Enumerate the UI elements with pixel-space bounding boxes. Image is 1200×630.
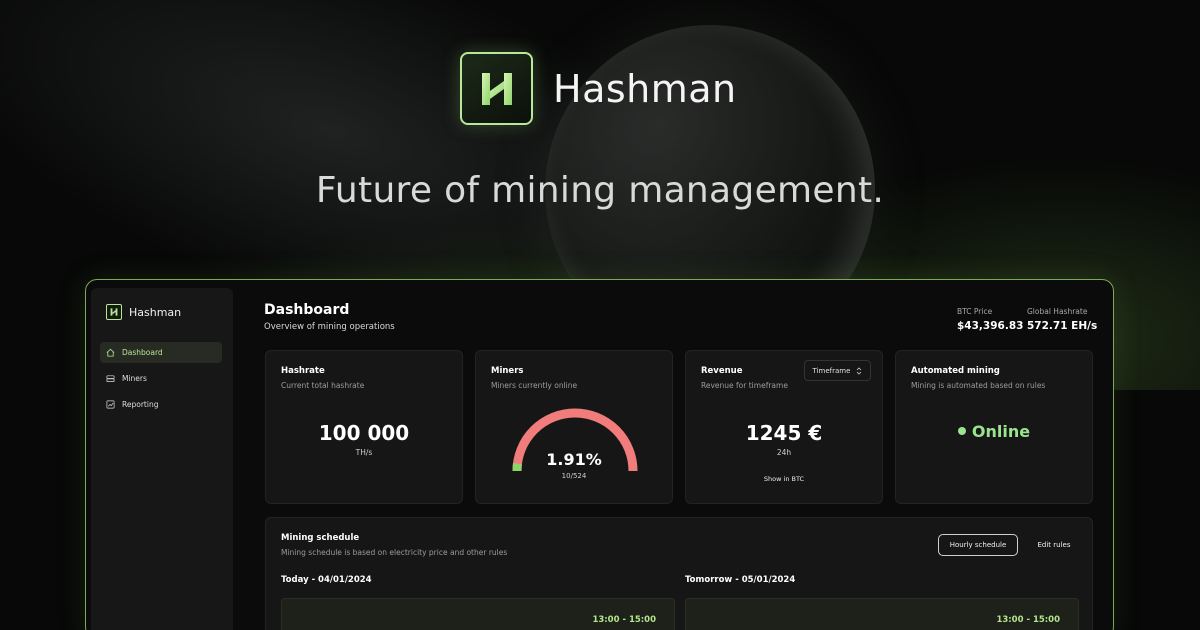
sidebar-brand[interactable]: Hashman — [106, 304, 181, 320]
today-schedule-slot[interactable]: 13:00 - 15:00 — [281, 598, 675, 630]
card-subtitle: Mining is automated based on rules — [911, 381, 1046, 390]
revenue-period: 24h — [776, 448, 792, 457]
card-title: Miners — [491, 366, 524, 376]
btc-price-label: BTC Price — [957, 307, 993, 316]
card-subtitle: Current total hashrate — [281, 381, 365, 390]
automated-status-label: Online — [971, 422, 1031, 441]
sidebar-item-dashboard[interactable]: Dashboard — [100, 342, 222, 363]
status-dot-icon — [957, 426, 966, 435]
timeframe-select[interactable]: Timeframe — [804, 360, 871, 381]
page-title: Dashboard — [264, 302, 350, 318]
card-title: Hashrate — [281, 366, 325, 376]
tomorrow-schedule-slot[interactable]: 13:00 - 15:00 — [685, 598, 1079, 630]
sidebar: Hashman Dashboard Miners Reporting — [91, 288, 233, 630]
hero-brand-name: Hashman — [553, 66, 737, 111]
btc-price-stat: BTC Price $43,396.83 — [957, 307, 1023, 332]
home-icon — [106, 348, 115, 357]
hero-tagline: Future of mining management. — [315, 170, 885, 211]
server-icon — [106, 375, 115, 383]
hashrate-value: 100 000 — [318, 421, 410, 445]
automated-mining-card: Automated mining Mining is automated bas… — [895, 350, 1093, 504]
global-hashrate-stat: Global Hashrate 572.71 EH/s — [1027, 307, 1097, 332]
schedule-title: Mining schedule — [281, 533, 360, 543]
hourly-schedule-button[interactable]: Hourly schedule — [938, 534, 1018, 556]
chevron-up-down-icon — [857, 366, 862, 375]
miners-percent: 1.91% — [546, 450, 602, 469]
mining-schedule-panel: Mining schedule Mining schedule is based… — [265, 517, 1093, 630]
revenue-value: 1245 € — [745, 421, 823, 445]
slot-time: 13:00 - 15:00 — [592, 615, 656, 625]
sidebar-nav: Dashboard Miners Reporting — [100, 342, 222, 420]
card-title: Revenue — [701, 366, 743, 376]
card-subtitle: Miners currently online — [491, 381, 578, 390]
card-subtitle: Revenue for timeframe — [701, 381, 788, 390]
btc-price-value: $43,396.83 — [957, 320, 1024, 332]
app-window: Hashman Dashboard Miners Reporting Dashb… — [85, 279, 1114, 630]
page-subtitle: Overview of mining operations — [264, 322, 395, 332]
revenue-card: Revenue Revenue for timeframe Timeframe … — [685, 350, 883, 504]
sidebar-item-miners[interactable]: Miners — [100, 368, 222, 389]
card-title: Automated mining — [911, 366, 1000, 376]
miners-card: Miners Miners currently online 1.91% 10/… — [475, 350, 673, 504]
today-label: Today - 04/01/2024 — [281, 575, 372, 585]
timeframe-label: Timeframe — [812, 366, 851, 375]
sidebar-item-reporting[interactable]: Reporting — [100, 394, 222, 415]
sidebar-item-label: Dashboard — [122, 348, 163, 357]
hero-logo: Hashman — [460, 52, 737, 125]
edit-rules-button[interactable]: Edit rules — [1032, 534, 1076, 556]
main-content: Dashboard Overview of mining operations … — [250, 280, 1110, 630]
global-hashrate-label: Global Hashrate — [1027, 307, 1088, 316]
hashman-logo-icon — [460, 52, 533, 125]
hashman-logo-icon — [106, 304, 122, 320]
sidebar-item-label: Miners — [122, 374, 147, 383]
hashrate-card: Hashrate Current total hashrate 100 000 … — [265, 350, 463, 504]
slot-time: 13:00 - 15:00 — [996, 615, 1060, 625]
schedule-subtitle: Mining schedule is based on electricity … — [281, 548, 508, 557]
miners-count: 10/524 — [561, 472, 587, 480]
tomorrow-label: Tomorrow - 05/01/2024 — [685, 575, 796, 585]
automated-status: Online — [896, 422, 1092, 441]
global-hashrate-value: 572.71 EH/s — [1027, 320, 1098, 332]
sidebar-item-label: Reporting — [122, 400, 159, 409]
show-in-btc-link[interactable]: Show in BTC — [686, 475, 882, 483]
sidebar-brand-label: Hashman — [129, 305, 182, 319]
chart-icon — [106, 400, 115, 409]
hashrate-unit: TH/s — [355, 448, 373, 457]
